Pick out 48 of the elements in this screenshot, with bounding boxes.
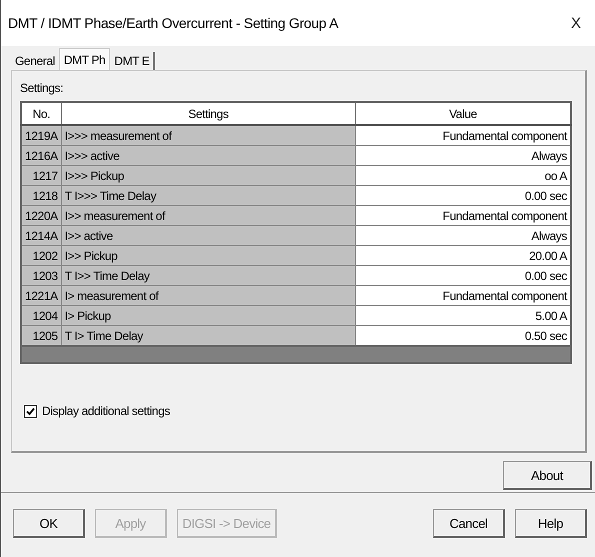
settings-label: Settings: bbox=[20, 81, 64, 95]
table-cell: T I> Time Delay bbox=[61, 326, 356, 346]
column-header: No. bbox=[21, 102, 62, 125]
table-cell[interactable]: 0.00 sec bbox=[356, 186, 571, 206]
dialog-button[interactable]: Help bbox=[515, 509, 587, 538]
table-cell[interactable]: oo A bbox=[356, 166, 571, 186]
table-cell: I>>> active bbox=[61, 146, 356, 166]
table-cell: 1216A bbox=[21, 146, 62, 166]
table-cell: 1204 bbox=[21, 306, 62, 326]
window-title: DMT / IDMT Phase/Earth Overcurrent - Setting Group A bbox=[8, 15, 338, 31]
table-cell[interactable]: 5.00 A bbox=[356, 306, 571, 326]
table-cell: I>> Pickup bbox=[61, 246, 356, 266]
table-cell[interactable]: Always bbox=[356, 226, 571, 246]
dialog-button[interactable]: Cancel bbox=[433, 509, 505, 538]
table-cell: I> Pickup bbox=[61, 306, 356, 326]
table-cell[interactable]: Fundamental component bbox=[356, 206, 571, 226]
checkbox-label: Display additional settings bbox=[42, 404, 170, 418]
table-cell: 1202 bbox=[21, 246, 62, 266]
table-cell: I>>> measurement of bbox=[61, 125, 356, 146]
table-cell[interactable]: 20.00 A bbox=[356, 246, 571, 266]
checkbox[interactable] bbox=[24, 404, 37, 418]
table-cell: I>>> Pickup bbox=[61, 166, 356, 186]
table-cell[interactable]: Fundamental component bbox=[356, 286, 571, 306]
table-cell[interactable]: Always bbox=[356, 146, 571, 166]
tab[interactable]: General bbox=[11, 52, 59, 70]
about-button[interactable]: About bbox=[503, 461, 592, 490]
column-header: Settings bbox=[61, 102, 356, 125]
table-cell: I> measurement of bbox=[61, 286, 356, 306]
table-cell: 1221A bbox=[21, 286, 62, 306]
table-cell: 1218 bbox=[21, 186, 62, 206]
table-cell[interactable]: Fundamental component bbox=[356, 125, 571, 146]
tab[interactable]: DMT E bbox=[110, 52, 156, 70]
dialog-button[interactable]: OK bbox=[13, 509, 85, 538]
table-cell: 1205 bbox=[21, 326, 62, 346]
table-cell: T I>> Time Delay bbox=[61, 266, 356, 286]
table-cell: 1214A bbox=[21, 226, 62, 246]
column-header: Value bbox=[356, 102, 571, 125]
tab[interactable]: DMT Ph bbox=[58, 48, 110, 70]
table-cell: 1203 bbox=[21, 266, 62, 286]
close-button[interactable]: X bbox=[564, 14, 587, 32]
table-cell: 1217 bbox=[21, 166, 62, 186]
table-cell: 1220A bbox=[21, 206, 62, 226]
table-cell: 1219A bbox=[21, 125, 62, 146]
table-cell: I>> active bbox=[61, 226, 356, 246]
table-cell: T I>>> Time Delay bbox=[61, 186, 356, 206]
table-cell: I>> measurement of bbox=[61, 206, 356, 226]
table-cell[interactable]: 0.50 sec bbox=[356, 326, 571, 346]
table-cell[interactable]: 0.00 sec bbox=[356, 266, 571, 286]
